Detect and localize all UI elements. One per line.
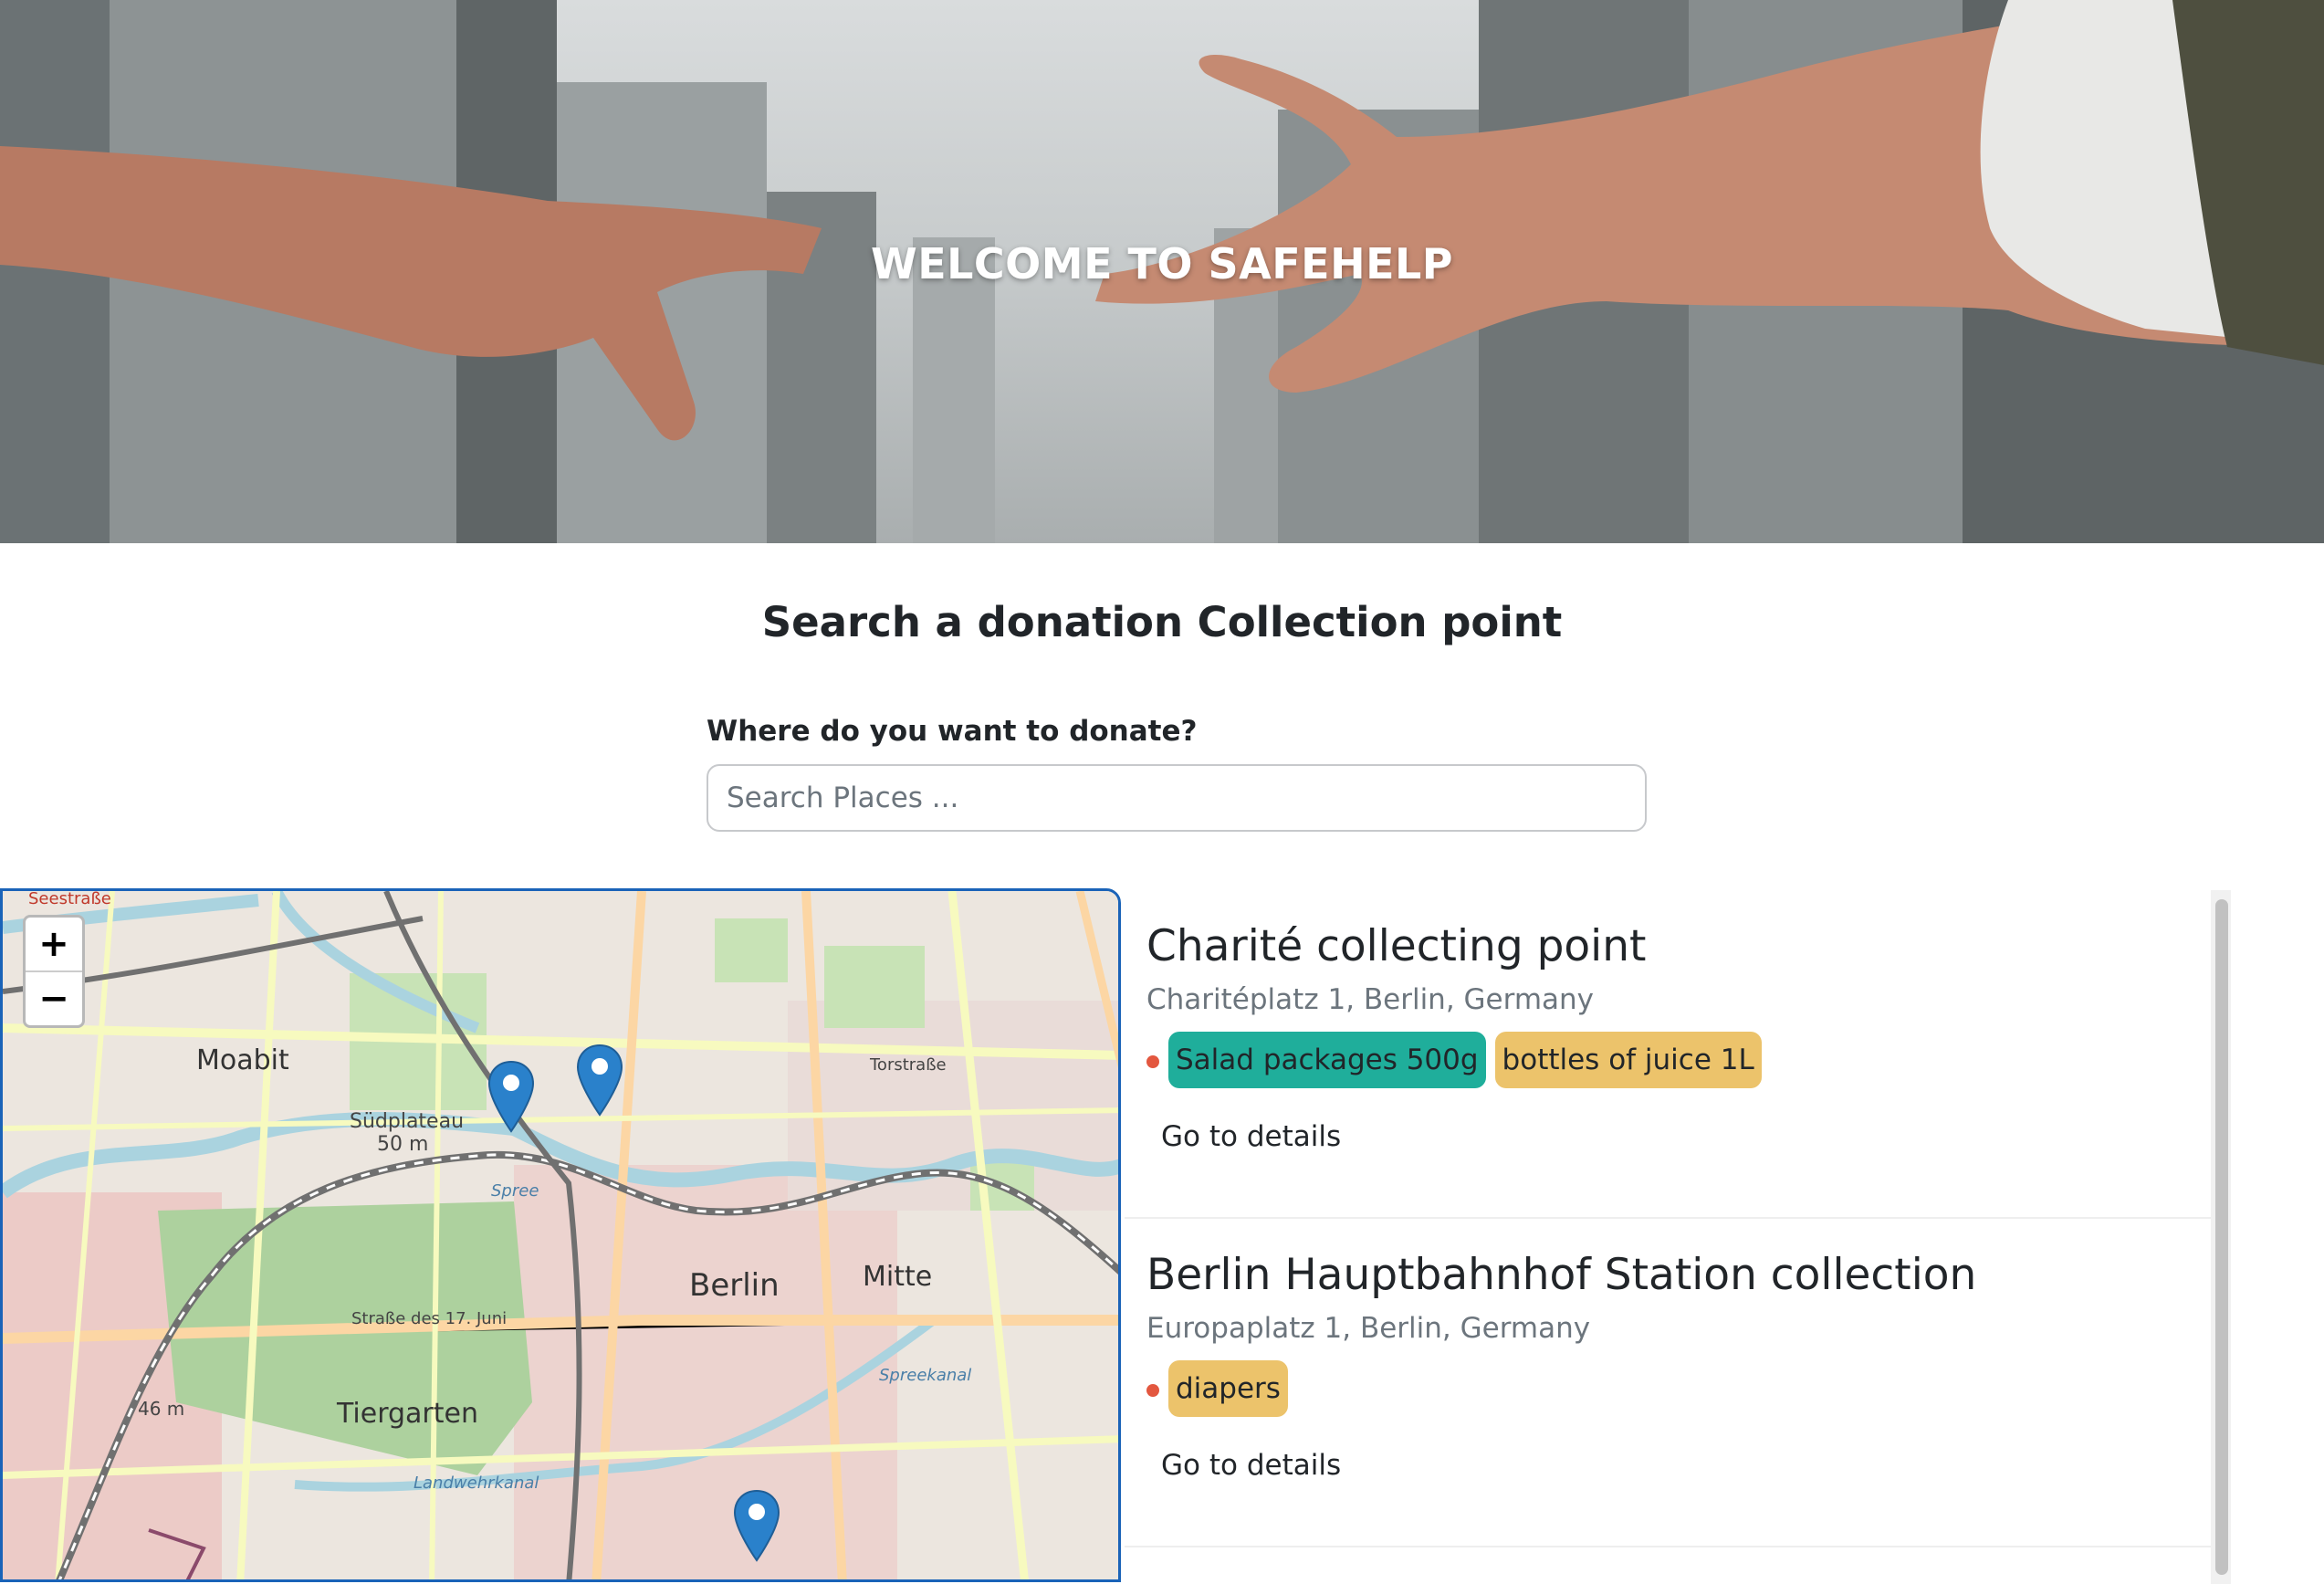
collection-point-address: Charitéplatz 1, Berlin, Germany	[1146, 983, 1595, 1016]
zoom-in-button[interactable]: +	[26, 918, 82, 972]
map-marker-icon[interactable]	[576, 1044, 623, 1117]
map-label-spree: Spree	[491, 1181, 539, 1201]
item-tag: bottles of juice 1L	[1494, 1032, 1762, 1088]
item-tag: diapers	[1168, 1360, 1288, 1417]
status-dot-icon	[1146, 1384, 1159, 1397]
collection-point-card[interactable]: Charité collecting point Charitéplatz 1,…	[1125, 890, 2211, 1219]
map-marker-icon[interactable]	[733, 1489, 780, 1562]
map-label-strasse-17-juni: Straße des 17. Juni	[351, 1309, 508, 1328]
map-view[interactable]: Moabit Südplateau 50 m Berlin Mitte Tier…	[0, 888, 1121, 1582]
map-label-landwehrkanal: Landwehrkanal	[414, 1474, 539, 1493]
map-label-moabit: Moabit	[196, 1044, 289, 1076]
go-to-details-link[interactable]: Go to details	[1161, 1120, 1341, 1153]
hero-banner: WELCOME TO SAFEHELP	[0, 0, 2324, 543]
collection-point-list[interactable]: Charité collecting point Charitéplatz 1,…	[1125, 890, 2211, 1584]
page-title: Search a donation Collection point	[761, 598, 1563, 646]
collection-point-name: Charité collecting point	[1146, 921, 1647, 971]
zoom-out-button[interactable]: −	[26, 972, 82, 1025]
map-label-suedplateau: Südplateau	[350, 1110, 465, 1133]
item-tags: Salad packages 500g bottles of juice 1L	[1168, 1032, 1762, 1088]
go-to-details-link[interactable]: Go to details	[1161, 1449, 1341, 1482]
map-tiles[interactable]	[3, 891, 1121, 1582]
status-dot-icon	[1146, 1055, 1159, 1068]
map-label-tiergarten: Tiergarten	[337, 1398, 478, 1430]
map-label-torstrasse: Torstraße	[870, 1055, 947, 1075]
collection-point-card[interactable]: Berlin Hauptbahnhof Station collection E…	[1125, 1219, 2211, 1547]
map-label-height-50: 50 m	[377, 1133, 429, 1156]
search-input[interactable]	[707, 764, 1647, 832]
zoom-control: + −	[23, 915, 85, 1028]
search-label: Where do you want to donate?	[707, 715, 1198, 748]
map-label-seestrasse: Seestraße	[28, 889, 111, 908]
collection-point-address: Europaplatz 1, Berlin, Germany	[1146, 1312, 1591, 1345]
map-label-mitte: Mitte	[863, 1261, 933, 1293]
item-tags: diapers	[1168, 1360, 1288, 1417]
collection-point-name: Berlin Hauptbahnhof Station collection	[1146, 1250, 1977, 1300]
hero-title: WELCOME TO SAFEHELP	[870, 239, 1454, 288]
list-scrollbar-thumb[interactable]	[2215, 899, 2228, 1575]
map-label-spreekanal: Spreekanal	[879, 1366, 972, 1385]
map-label-height-46: 46 m	[138, 1398, 185, 1420]
item-tag: Salad packages 500g	[1168, 1032, 1486, 1088]
map-label-berlin: Berlin	[689, 1267, 780, 1304]
map-marker-icon[interactable]	[487, 1060, 535, 1133]
